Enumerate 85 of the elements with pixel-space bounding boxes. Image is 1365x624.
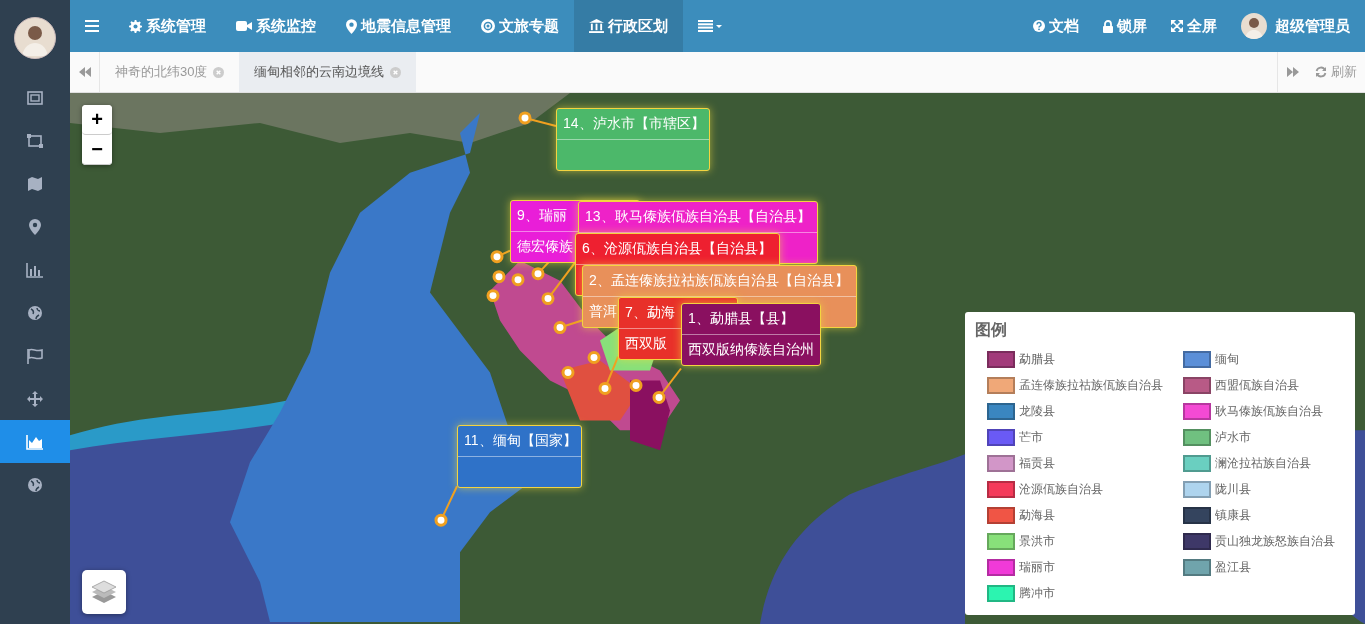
sidebar-button[interactable] bbox=[0, 420, 70, 463]
zoom-out-button[interactable]: − bbox=[82, 135, 112, 165]
video-camera-icon bbox=[236, 20, 252, 32]
marker-dot[interactable] bbox=[531, 267, 545, 281]
nav-menu-item[interactable]: 文旅专题 bbox=[466, 0, 574, 52]
help-icon bbox=[1033, 20, 1045, 32]
popup-subtitle: 普洱 bbox=[589, 303, 617, 321]
layers-button[interactable] bbox=[82, 570, 126, 614]
nav-link[interactable]: 全屏 bbox=[1159, 0, 1229, 52]
marker-dot[interactable] bbox=[434, 513, 448, 527]
double-right-icon bbox=[1286, 67, 1299, 77]
user-menu[interactable]: 超级管理员 bbox=[1229, 0, 1365, 52]
frame-icon bbox=[26, 89, 44, 106]
marker-dot[interactable] bbox=[561, 366, 575, 379]
legend-label: 景洪市 bbox=[1019, 533, 1055, 550]
marker-dot[interactable] bbox=[587, 351, 601, 364]
legend-label: 沧源佤族自治县 bbox=[1019, 481, 1103, 498]
popup-title: 7、勐海 bbox=[625, 304, 675, 322]
legend-label: 镇康县 bbox=[1215, 507, 1251, 524]
popup-title: 9、瑞丽 bbox=[517, 207, 567, 225]
refresh-icon bbox=[1315, 66, 1327, 78]
marker-dot[interactable] bbox=[486, 289, 500, 303]
page-tab[interactable]: 缅甸相邻的云南边境线 bbox=[239, 52, 417, 92]
page-tab[interactable]: 神奇的北纬30度 bbox=[100, 52, 240, 92]
region-popup[interactable]: 11、缅甸【国家】 bbox=[457, 425, 582, 488]
nav-link[interactable]: 锁屏 bbox=[1091, 0, 1159, 52]
pin-icon bbox=[29, 218, 41, 235]
popup-subtitle: 德宏傣族 bbox=[517, 238, 573, 256]
bank-icon bbox=[589, 19, 604, 33]
list-icon bbox=[698, 20, 722, 32]
nav-menu-item[interactable]: 系统监控 bbox=[221, 0, 331, 52]
legend-label: 腾冲市 bbox=[1019, 585, 1055, 602]
globe-icon bbox=[27, 476, 43, 493]
flag-icon bbox=[26, 347, 44, 364]
selection-icon bbox=[26, 132, 44, 149]
move-icon bbox=[27, 390, 43, 407]
zoom-in-button[interactable]: + bbox=[82, 105, 112, 135]
lock-icon bbox=[1103, 19, 1113, 33]
area-chart-icon bbox=[26, 433, 44, 450]
gear-icon bbox=[129, 19, 142, 33]
legend-label: 孟连傣族拉祜族佤族自治县 bbox=[1019, 377, 1163, 394]
marker-dot[interactable] bbox=[492, 270, 506, 284]
legend-label: 缅甸 bbox=[1215, 351, 1239, 368]
legend-label: 陇川县 bbox=[1215, 481, 1251, 498]
lifebuoy-icon bbox=[481, 19, 495, 33]
legend-label: 泸水市 bbox=[1215, 429, 1251, 446]
marker-dot[interactable] bbox=[518, 111, 532, 125]
legend-label: 瑞丽市 bbox=[1019, 559, 1055, 576]
legend-label: 耿马傣族佤族自治县 bbox=[1215, 403, 1323, 420]
popup-subtitle: 西双版 bbox=[625, 335, 667, 353]
marker-dot[interactable] bbox=[629, 378, 643, 392]
marker-dot[interactable] bbox=[553, 321, 567, 335]
double-left-icon bbox=[78, 67, 91, 77]
nav-menu-item[interactable]: 地震信息管理 bbox=[331, 0, 466, 52]
region-popup[interactable]: 1、勐腊县【县】 西双版纳傣族自治州 bbox=[681, 303, 821, 366]
legend-label: 澜沧拉祜族自治县 bbox=[1215, 455, 1311, 472]
marker-dot[interactable] bbox=[490, 250, 504, 264]
expand-icon bbox=[1171, 20, 1183, 32]
avatar-silhouette bbox=[14, 17, 56, 59]
legend-label: 勐海县 bbox=[1019, 507, 1055, 524]
pin-icon bbox=[346, 18, 357, 34]
marker-dot[interactable] bbox=[541, 292, 555, 306]
marker-dot[interactable] bbox=[511, 273, 525, 287]
popup-title: 14、泸水市【市辖区】 bbox=[563, 115, 705, 133]
layers-icon bbox=[90, 579, 118, 605]
popup-title: 11、缅甸【国家】 bbox=[464, 432, 577, 450]
legend-label: 福贡县 bbox=[1019, 455, 1055, 472]
legend-title: 图例 bbox=[975, 320, 1008, 340]
legend-label: 西盟佤族自治县 bbox=[1215, 377, 1299, 394]
legend-label: 勐腊县 bbox=[1019, 351, 1055, 368]
legend-label: 贡山独龙族怒族自治县 bbox=[1215, 533, 1335, 550]
region-popup[interactable]: 14、泸水市【市辖区】 bbox=[556, 108, 710, 171]
menu-icon bbox=[85, 20, 99, 32]
marker-dot[interactable] bbox=[598, 381, 612, 395]
bar-chart-icon bbox=[26, 261, 44, 278]
nav-link[interactable]: 文档 bbox=[1021, 0, 1091, 52]
nav-menu-item[interactable]: 系统管理 bbox=[114, 0, 221, 52]
avatar-silhouette bbox=[1241, 13, 1267, 39]
legend-label: 龙陵县 bbox=[1019, 403, 1055, 420]
legend-label: 盈江县 bbox=[1215, 559, 1251, 576]
globe-icon bbox=[27, 304, 43, 321]
map-icon bbox=[27, 175, 43, 192]
legend-label: 芒市 bbox=[1019, 429, 1043, 446]
nav-menu-item[interactable]: 行政区划 bbox=[574, 0, 683, 52]
marker-dot[interactable] bbox=[652, 390, 666, 404]
